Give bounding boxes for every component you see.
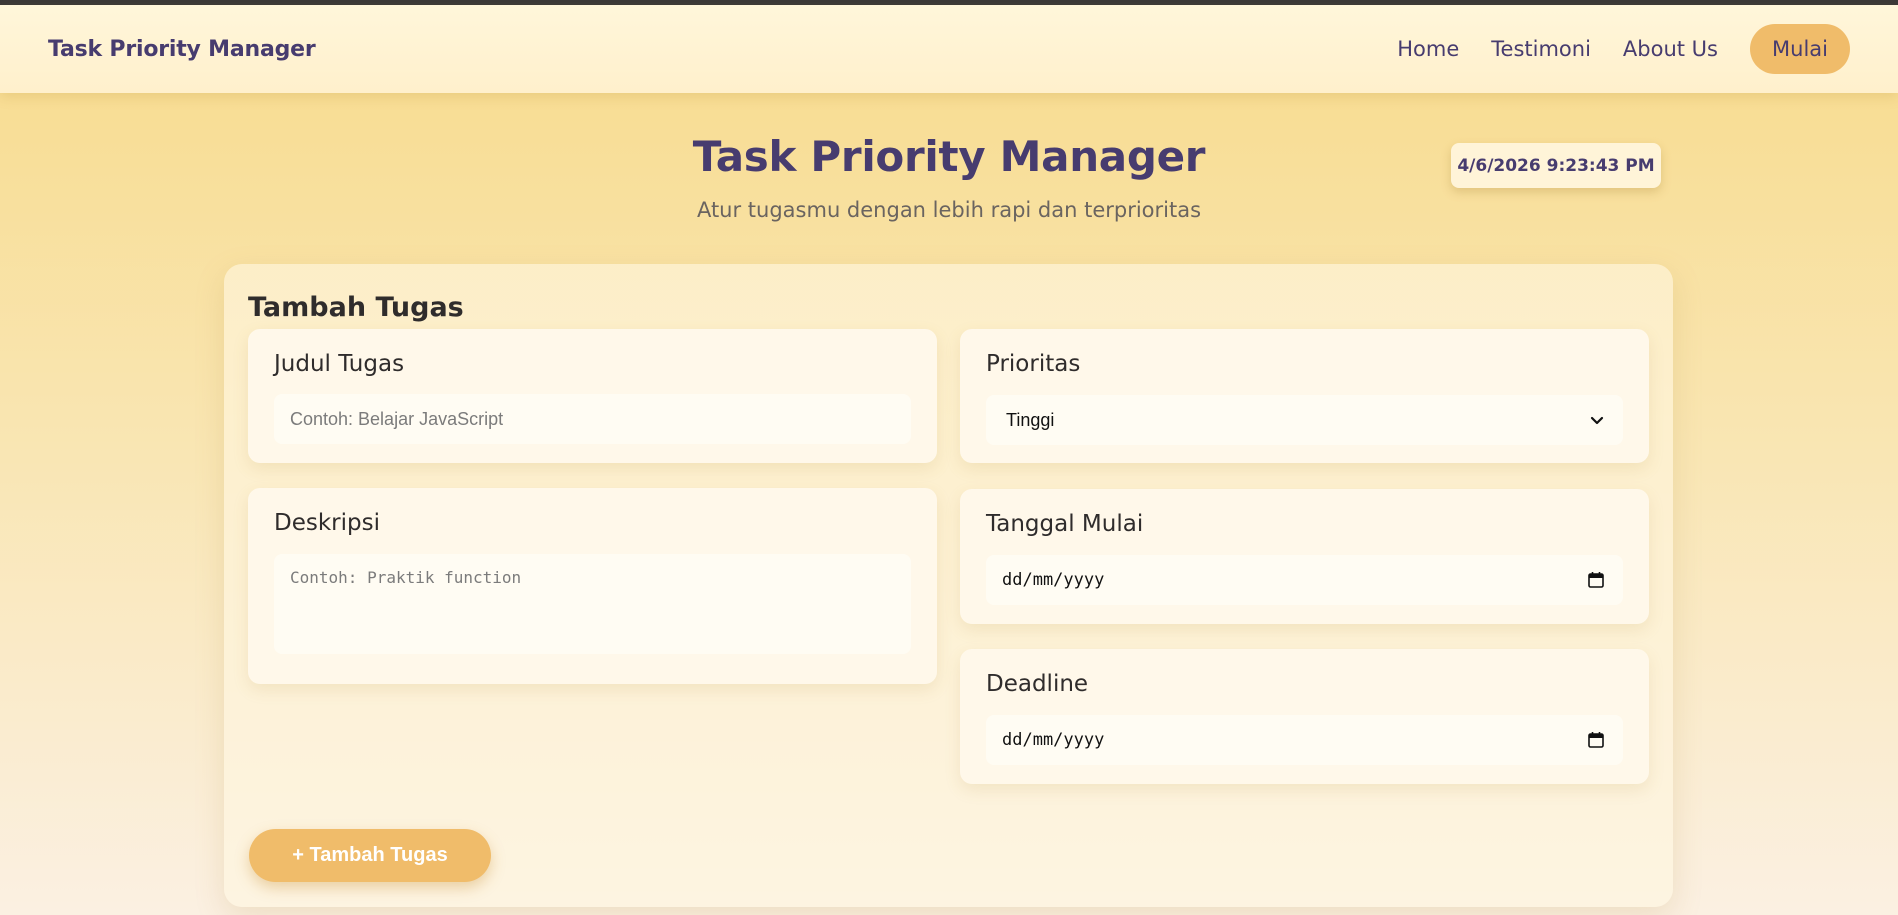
form-title: Tambah Tugas	[248, 292, 464, 323]
tambah-tugas-button[interactable]: + Tambah Tugas	[249, 829, 491, 882]
navbar: Task Priority Manager Home Testimoni Abo…	[0, 5, 1898, 93]
prioritas-selected-value: Tinggi	[1006, 409, 1055, 430]
judul-tugas-card: Judul Tugas	[248, 329, 937, 463]
deadline-value: dd/mm/yyyy	[1002, 730, 1105, 750]
judul-tugas-input[interactable]	[274, 394, 911, 444]
page-subtitle: Atur tugasmu dengan lebih rapi dan terpr…	[696, 198, 1202, 222]
deskripsi-card: Deskripsi	[248, 488, 937, 684]
deadline-input[interactable]: dd/mm/yyyy	[986, 715, 1623, 765]
tanggal-mulai-card: Tanggal Mulai dd/mm/yyyy	[960, 489, 1649, 624]
calendar-icon[interactable]	[1587, 571, 1605, 589]
add-task-panel: Tambah Tugas Judul Tugas Deskripsi Prior…	[224, 264, 1673, 907]
datetime-badge: 4/6/2026 9:23:43 PM	[1451, 143, 1661, 188]
tanggal-mulai-value: dd/mm/yyyy	[1002, 570, 1105, 590]
prioritas-select[interactable]: Tinggi	[986, 395, 1623, 445]
chevron-down-icon	[1590, 416, 1604, 425]
nav-link-testimoni[interactable]: Testimoni	[1491, 37, 1591, 61]
nav-link-home[interactable]: Home	[1397, 37, 1459, 61]
deadline-label: Deadline	[986, 671, 1089, 697]
tanggal-mulai-input[interactable]: dd/mm/yyyy	[986, 555, 1623, 605]
tanggal-mulai-label: Tanggal Mulai	[986, 511, 1144, 537]
brand-logo[interactable]: Task Priority Manager	[48, 37, 316, 62]
nav-link-about-us[interactable]: About Us	[1623, 37, 1718, 61]
judul-tugas-label: Judul Tugas	[274, 351, 405, 377]
prioritas-label: Prioritas	[986, 351, 1081, 377]
deskripsi-textarea[interactable]	[274, 554, 911, 654]
deadline-card: Deadline dd/mm/yyyy	[960, 649, 1649, 784]
nav-links: Home Testimoni About Us Mulai	[1365, 24, 1850, 74]
deskripsi-label: Deskripsi	[274, 510, 380, 536]
prioritas-card: Prioritas Tinggi	[960, 329, 1649, 463]
calendar-icon[interactable]	[1587, 731, 1605, 749]
mulai-button[interactable]: Mulai	[1750, 24, 1850, 74]
